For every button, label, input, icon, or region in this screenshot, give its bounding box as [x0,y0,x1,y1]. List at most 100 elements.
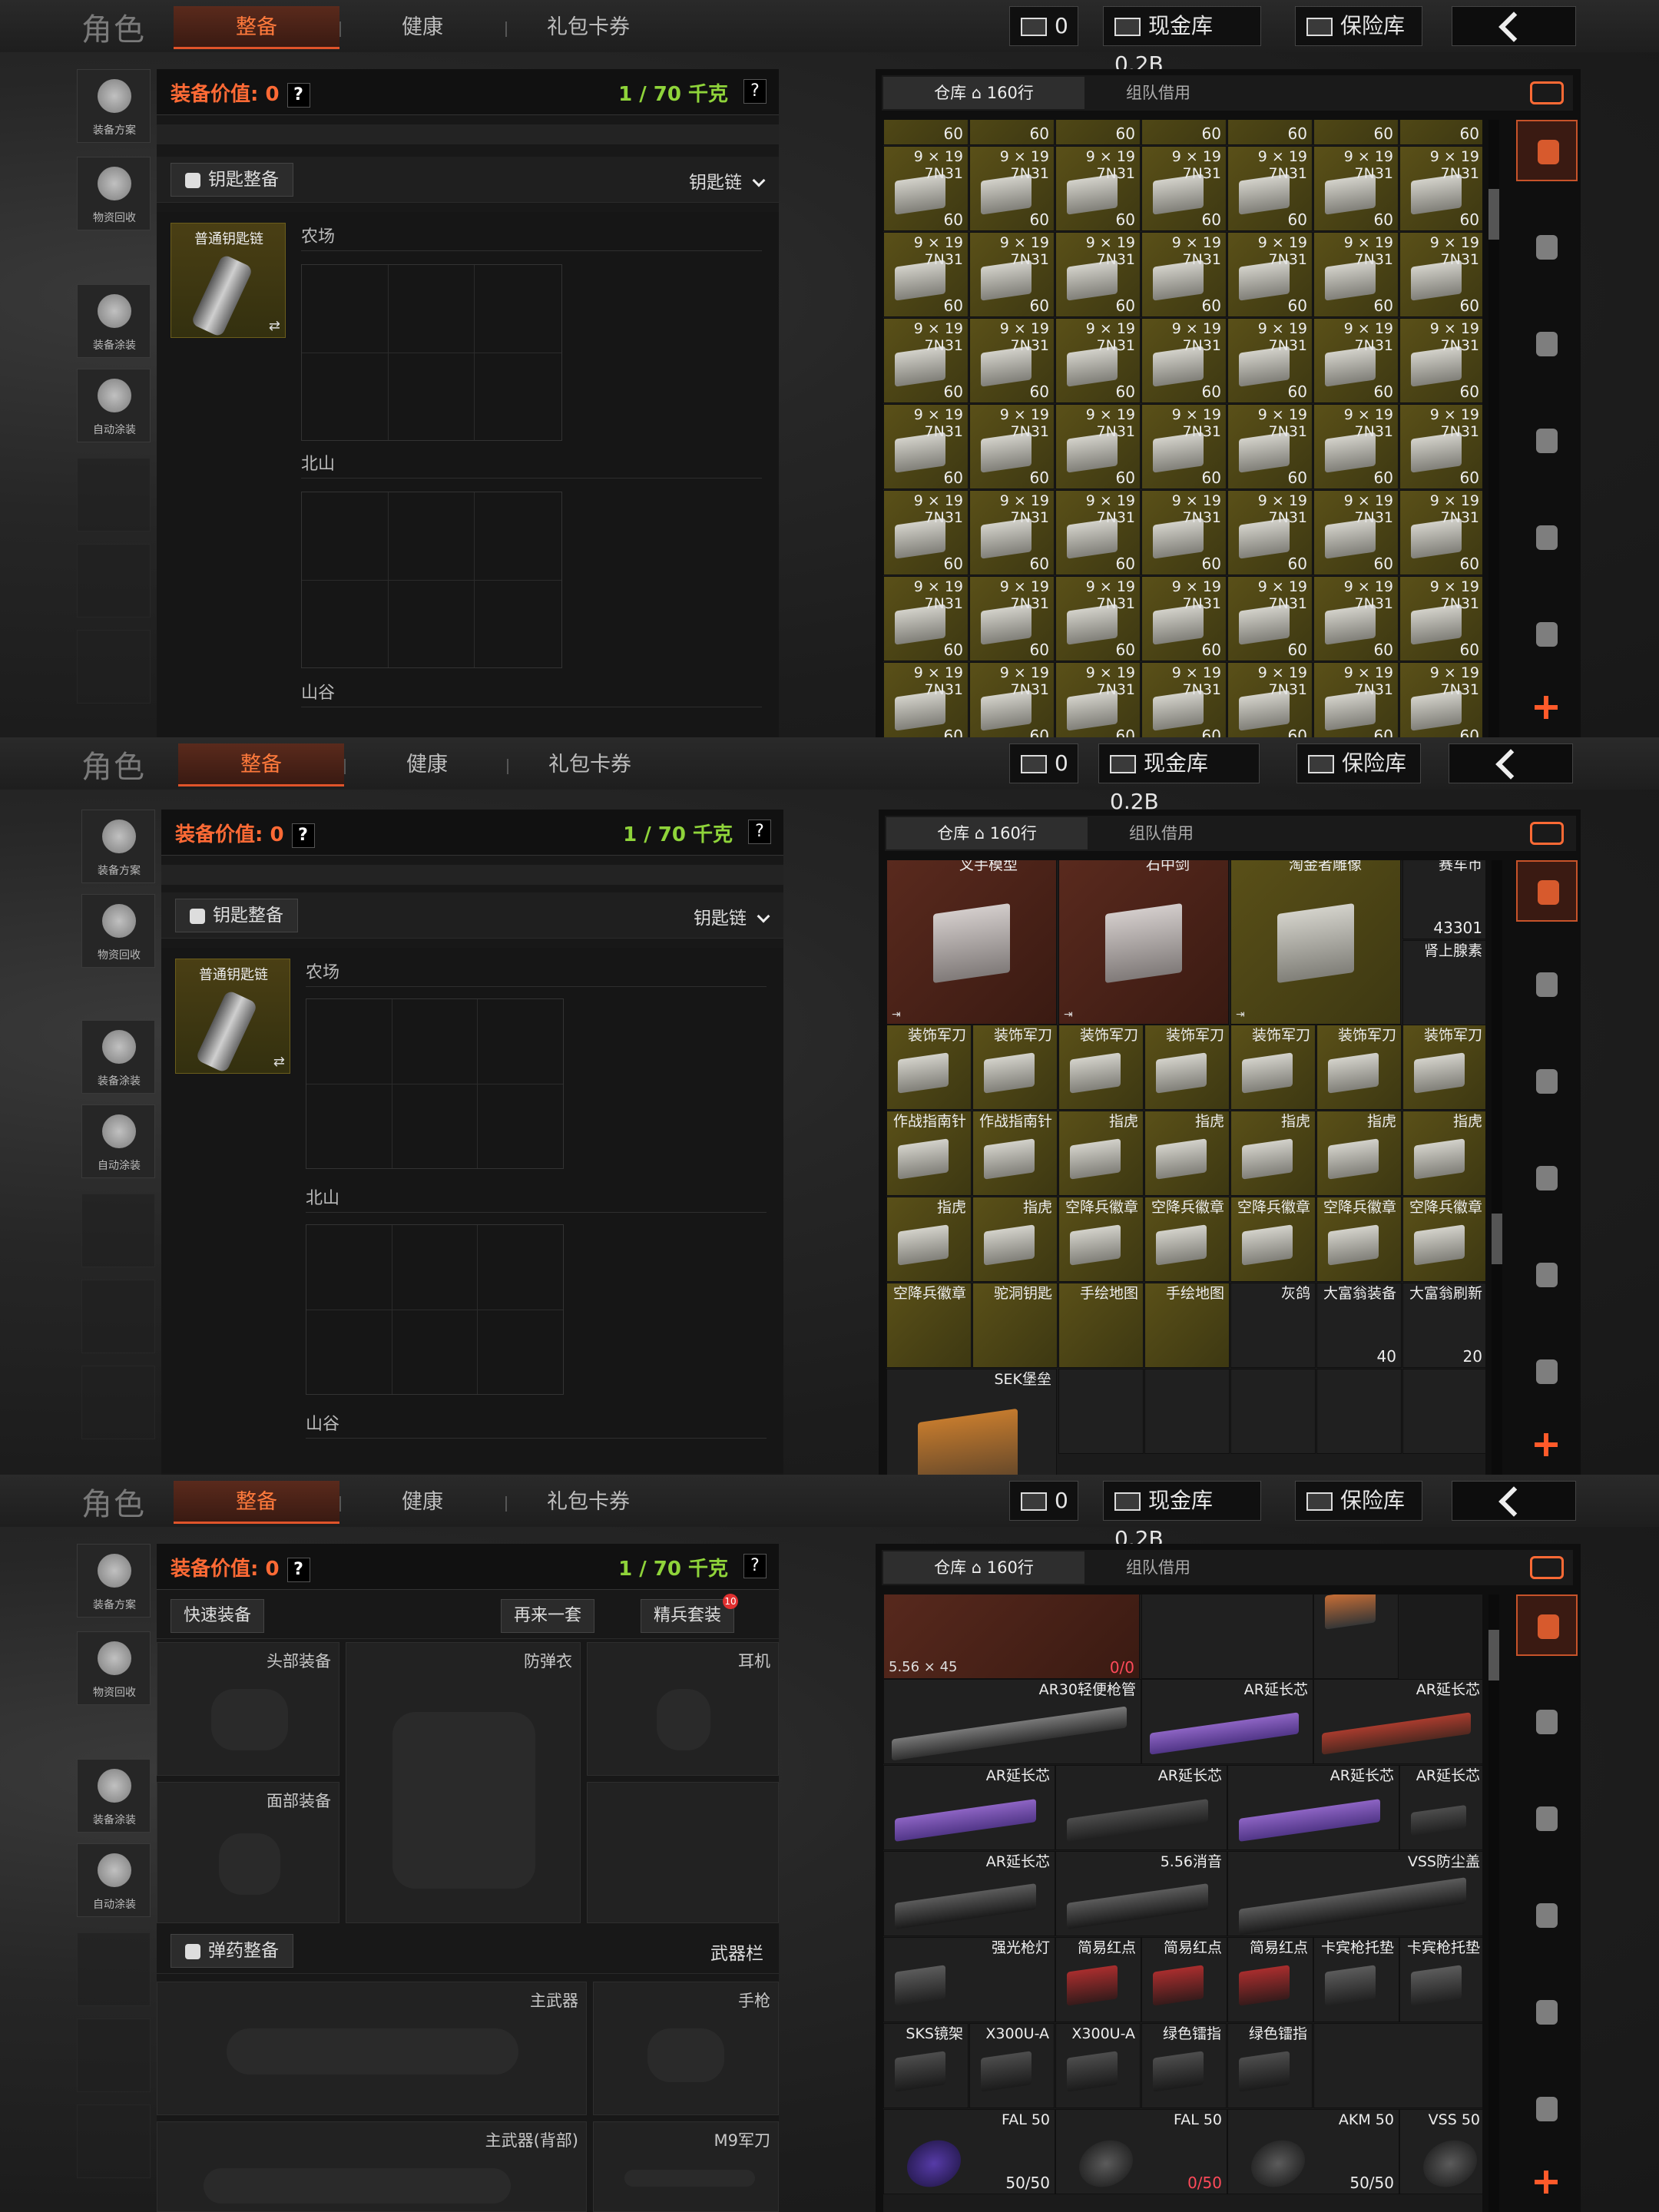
help-icon[interactable]: ? [743,1554,767,1578]
back-button[interactable] [1452,1481,1576,1521]
ammo-stack-cell[interactable]: 9 × 197N3160 [1399,404,1482,489]
help-icon[interactable]: ? [286,82,310,108]
ammo-stack-cell[interactable]: 9 × 197N3160 [1399,146,1482,231]
collectible-cell[interactable]: 空降兵徽章 [1402,1197,1485,1282]
swap-icon[interactable]: ⇄ [273,1054,285,1070]
key-prep-button[interactable]: 钥匙整备 [171,163,293,197]
ammo-stack-cell[interactable]: 9 × 197N3160 [883,146,969,231]
help-icon[interactable]: ? [291,823,315,848]
collectible-cell[interactable]: 装饰军刀 [1058,1025,1144,1110]
collectible-cell[interactable]: 手绘地图 [1058,1283,1144,1368]
ammo-stack-cell[interactable]: 9 × 197N3160 [883,576,969,661]
category-ammo[interactable] [1516,1982,1578,2043]
collectible-cell[interactable]: 空降兵徽章 [886,1283,972,1368]
vault-button[interactable]: 现金库 0.2B [1103,1481,1261,1551]
safe-button[interactable]: 保险库 [1295,6,1422,46]
equip-again-button[interactable]: 再来一套 [501,1599,595,1633]
attachment-cell[interactable]: 简易红点 [1227,1937,1313,2022]
category-armor[interactable] [1516,954,1578,1015]
pistol-slot[interactable]: 手枪 [593,1982,779,2115]
ammo-stack-cell[interactable]: 9 × 197N3160 [969,662,1055,737]
attachment-cell[interactable]: X300U-A [969,2023,1055,2108]
attachment-cell[interactable]: 卡宾枪托垫 [1313,1937,1399,2022]
collectible-cell[interactable]: 大富翁刷新 20 [1402,1283,1485,1368]
category-armor[interactable] [1516,1691,1578,1753]
category-attachments[interactable] [1516,1341,1578,1402]
ammo-stack-cell[interactable]: 9 × 197N3160 [883,232,969,317]
category-attachments[interactable] [1516,2078,1578,2140]
ammo-stack-cell[interactable]: 60 [883,120,969,145]
scroll-thumb[interactable] [1488,1630,1499,1681]
ammo-stack-cell[interactable]: 60 [1227,120,1313,145]
ammo-stack-cell[interactable]: 9 × 197N3160 [1313,662,1399,737]
collectible-cell[interactable]: 空降兵徽章 [1058,1197,1144,1282]
storage-icon[interactable] [1530,1556,1564,1579]
attachment-cell[interactable]: AR延长芯 [1399,1765,1482,1850]
category-rifles[interactable] [1516,313,1578,375]
ammo-stack-cell[interactable]: 9 × 197N3160 [1313,404,1399,489]
ammo-stack-cell[interactable]: 9 × 197N3160 [1399,232,1482,317]
weapon-cell[interactable]: .338H4165.56 × 450/0 [883,1594,1140,1679]
collectible-cell[interactable]: 作战指南针 [972,1111,1058,1196]
ammo-stack-cell[interactable]: 9 × 197N3160 [1227,490,1313,575]
tab-team-borrow[interactable]: 组队借用 [1089,77,1227,109]
ammo-stack-cell[interactable]: 60 [1313,120,1399,145]
ammo-stack-cell[interactable]: 9 × 197N3160 [1141,490,1227,575]
tab-health[interactable]: 健康 [339,1481,505,1524]
ammo-stack-cell[interactable]: 9 × 197N3160 [1227,232,1313,317]
ammo-prep-button[interactable]: 弹药整备 [171,1934,293,1968]
collectible-cell[interactable]: 指虎 [1316,1111,1402,1196]
ammo-stack-cell[interactable]: 9 × 197N3160 [1227,576,1313,661]
primary-weapon-slot[interactable]: 主武器 [157,1982,587,2115]
collectible-cell[interactable]: 石中剑 ⇥ [1058,860,1229,1025]
category-attachments[interactable] [1516,604,1578,665]
ammo-stack-cell[interactable]: 9 × 197N3160 [969,318,1055,403]
help-icon[interactable]: ? [743,79,767,104]
ammo-stack-cell[interactable]: 9 × 197N3160 [883,490,969,575]
attachment-cell[interactable]: AR延长芯 [883,1851,1055,1936]
attachment-cell[interactable]: AR延长芯 [1055,1765,1227,1850]
vault-button[interactable]: 现金库 0.2B [1103,6,1261,77]
attachment-cell[interactable]: 卡宾枪托垫 [1399,1937,1482,2022]
ammo-stack-cell[interactable]: 9 × 197N3160 [1055,318,1141,403]
attachment-cell[interactable]: AR延长芯 [883,1765,1055,1850]
vault-button[interactable]: 现金库 0.2B [1098,743,1260,814]
key-grid-farm[interactable] [301,264,562,441]
keychain-slot[interactable]: 普通钥匙链 ⇄ [175,959,290,1074]
ammo-stack-cell[interactable]: 9 × 197N3160 [1227,318,1313,403]
ammo-stack-cell[interactable]: 9 × 197N3160 [969,146,1055,231]
key-grid-north[interactable] [301,492,562,668]
category-armor[interactable] [1516,217,1578,278]
category-all[interactable] [1516,1594,1578,1656]
category-mags[interactable] [1516,1885,1578,1946]
swap-icon[interactable]: ⇄ [269,318,280,334]
ammo-stack-cell[interactable]: 9 × 197N3160 [1141,576,1227,661]
ammo-stack-cell[interactable]: 9 × 197N3160 [883,318,969,403]
tab-health[interactable]: 健康 [344,743,510,786]
collectible-cell[interactable]: 驼洞钥匙 [972,1283,1058,1368]
collectible-cell[interactable]: 指虎 [1058,1111,1144,1196]
ammo-stack-cell[interactable]: 60 [1141,120,1227,145]
ammo-stack-cell[interactable]: 9 × 197N3160 [1227,662,1313,737]
storage-icon[interactable] [1530,822,1564,845]
safe-button[interactable]: 保险库 [1296,743,1421,783]
recycle-button[interactable]: 物资回收 [77,1631,151,1705]
vest-slot[interactable]: 防弹衣 [346,1642,581,1923]
attachment-cell[interactable]: 简易红点 [1055,1937,1141,2022]
quick-equip-button[interactable]: 快速装备 [171,1599,265,1633]
ammo-stack-cell[interactable]: 9 × 197N3160 [1313,146,1399,231]
back-button[interactable] [1452,6,1576,46]
ammo-stack-cell[interactable]: 9 × 197N3160 [883,404,969,489]
recycle-button[interactable]: 物资回收 [77,157,151,230]
add-icon[interactable] [1535,1433,1558,1456]
skin-button[interactable]: 装备涂装 [77,1759,151,1833]
help-icon[interactable]: ? [286,1557,310,1582]
attachment-cell[interactable]: AR延长芯 [1141,1679,1313,1764]
loadout-plan-button[interactable]: 装备方案 [81,810,155,883]
attachment-cell[interactable]: AR延长芯 [1227,1765,1399,1850]
attachment-cell[interactable]: 简易红点 [1141,1937,1227,2022]
loadout-plan-button[interactable]: 装备方案 [77,69,151,143]
ammo-stack-cell[interactable]: 9 × 197N3160 [969,232,1055,317]
collectible-cell[interactable]: 大富翁装备 40 [1316,1283,1402,1368]
ammo-stack-cell[interactable]: 9 × 197N3160 [1227,404,1313,489]
